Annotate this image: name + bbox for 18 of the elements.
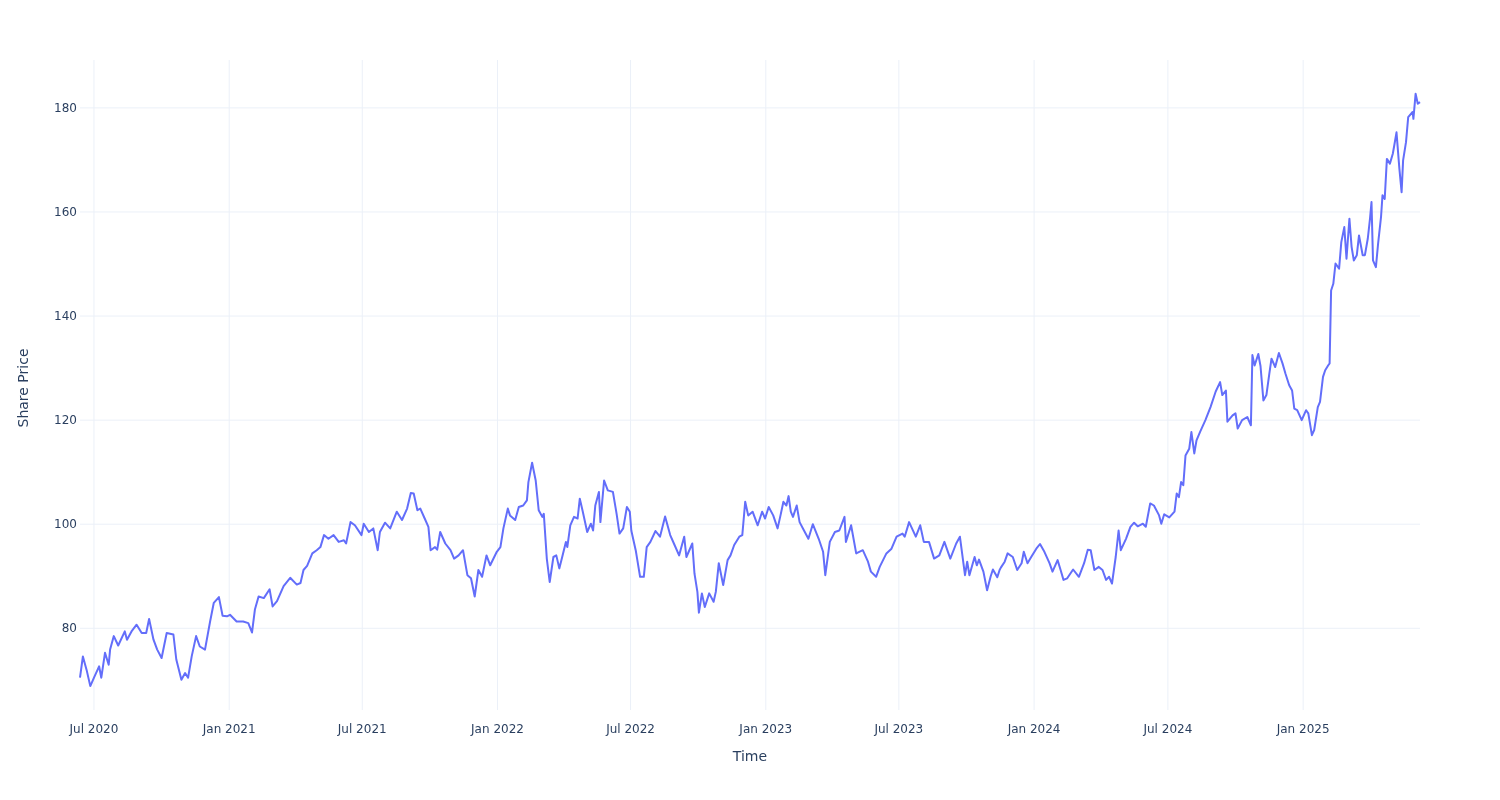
x-tick-label: Jan 2021 (202, 722, 256, 736)
y-tick-label: 80 (61, 621, 77, 636)
x-tick-label: Jul 2021 (337, 722, 387, 736)
y-tick-label: 160 (54, 204, 77, 219)
y-axis-title: Share Price (15, 348, 31, 428)
x-tick-label: Jul 2022 (606, 722, 655, 736)
x-axis-title: Time (732, 748, 768, 764)
y-tick-label: 180 (54, 100, 77, 115)
x-tick-label: Jan 2025 (1276, 722, 1330, 736)
x-tick-label: Jan 2022 (471, 722, 524, 736)
x-tick-label: Jul 2024 (1143, 722, 1193, 736)
x-tick-label: Jul 2023 (874, 722, 924, 736)
y-tick-label: 120 (54, 413, 77, 428)
x-tick-label: Jan 2024 (1007, 722, 1061, 736)
x-tick-label: Jan 2023 (739, 722, 793, 736)
y-tick-label: 100 (54, 517, 77, 532)
y-tick-label: 140 (54, 309, 77, 324)
x-tick-label: Jul 2020 (69, 722, 119, 736)
